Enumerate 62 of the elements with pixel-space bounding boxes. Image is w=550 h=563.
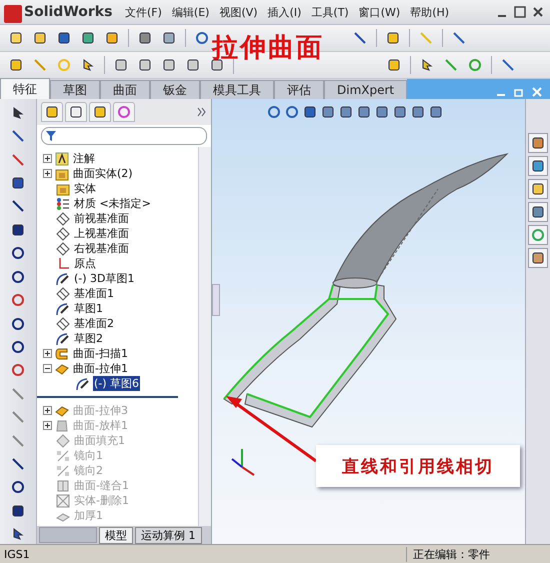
filter-icon xyxy=(46,131,56,141)
extrude-icon xyxy=(55,404,69,418)
knit-icon xyxy=(56,478,70,492)
axis-triad-icon xyxy=(231,449,255,476)
tree-item[interactable]: 基准面1 xyxy=(73,286,115,301)
command-tab[interactable]: 曲面 xyxy=(100,80,150,99)
title-overlay: 拉伸曲面 xyxy=(212,32,324,65)
tree-item[interactable]: 材质 <未指定> xyxy=(73,196,152,211)
expand-icon[interactable] xyxy=(43,421,52,430)
menu-item[interactable]: 视图(V) xyxy=(214,4,263,20)
status-text: 正在编辑：零件 xyxy=(406,546,490,562)
command-tab[interactable]: 钣金 xyxy=(150,80,200,99)
expand-icon[interactable] xyxy=(43,154,52,163)
tree-item[interactable]: 右视基准面 xyxy=(73,241,130,256)
model-tab[interactable]: 模型 xyxy=(99,526,133,544)
material-icon xyxy=(56,196,70,210)
command-tab[interactable]: 模具工具 xyxy=(200,80,274,99)
menu-item[interactable]: 插入(I) xyxy=(262,4,306,20)
tree-item[interactable]: 前视基准面 xyxy=(73,211,130,226)
tree-item[interactable]: 注解 xyxy=(72,151,96,166)
maximize-icon[interactable] xyxy=(514,6,526,18)
restore-icon[interactable] xyxy=(514,87,524,97)
tree-item[interactable]: 实体 xyxy=(73,181,97,196)
home-icon[interactable] xyxy=(528,133,548,153)
tree-item[interactable]: 曲面-拉伸1 xyxy=(72,361,129,376)
menu-item[interactable]: 帮助(H) xyxy=(405,4,454,20)
tree-item[interactable]: (-) 草图6 xyxy=(93,376,140,391)
model-tab[interactable]: 运动算例 1 xyxy=(135,526,202,544)
callout-text: 直线和引用线相切 xyxy=(316,445,520,487)
zoom-icon xyxy=(267,105,281,119)
tree-item[interactable]: 基准面2 xyxy=(73,316,115,331)
menu-item[interactable]: 工具(T) xyxy=(306,4,354,20)
expand-icon[interactable] xyxy=(43,406,52,415)
tree-item[interactable]: 曲面-扫描1 xyxy=(72,346,129,361)
close-icon[interactable] xyxy=(532,6,544,18)
scrollbar[interactable] xyxy=(198,147,211,526)
delete-icon xyxy=(56,494,70,508)
tree-item[interactable]: (-) 3D草图1 xyxy=(73,271,136,286)
command-tab[interactable]: 草图 xyxy=(50,80,100,99)
expand-icon[interactable] xyxy=(43,169,52,178)
menu-item[interactable]: 窗口(W) xyxy=(354,4,406,20)
command-tab[interactable]: 评估 xyxy=(274,80,324,99)
tree-item[interactable]: 曲面实体(2) xyxy=(72,166,134,181)
command-tab[interactable]: 特征 xyxy=(0,78,50,99)
status-document: IGS1 xyxy=(4,548,30,560)
app-logo: SolidWorks xyxy=(0,4,120,20)
expand-icon[interactable] xyxy=(43,349,52,358)
extrude-icon xyxy=(55,362,69,376)
collapse-icon[interactable] xyxy=(43,364,52,373)
tree-item[interactable]: 草图2 xyxy=(73,331,104,346)
menu-item[interactable]: 文件(F) xyxy=(120,4,167,20)
filter-field[interactable] xyxy=(41,127,207,145)
mirror-icon xyxy=(56,448,70,462)
more-icon[interactable] xyxy=(197,107,207,117)
tree-item[interactable]: 上视基准面 xyxy=(73,226,130,241)
mirror-icon xyxy=(56,464,70,478)
zoom-icon xyxy=(285,105,299,119)
menu-item[interactable]: 编辑(E) xyxy=(166,4,214,20)
command-tab[interactable]: DimXpert xyxy=(324,80,408,99)
tree-item[interactable]: 原点 xyxy=(73,256,97,271)
annotation-icon xyxy=(55,152,69,166)
tree-item[interactable]: 草图1 xyxy=(73,301,104,316)
